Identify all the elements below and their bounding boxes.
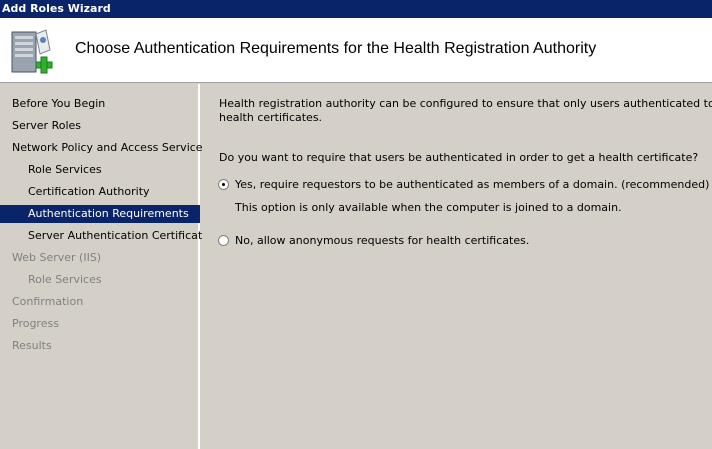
step-certification-authority[interactable]: Certification Authority [0,183,200,201]
domain-join-note: This option is only available when the c… [235,201,622,214]
server-add-role-icon [11,29,53,74]
radio-button-require-authentication[interactable] [218,179,229,190]
radio-button-allow-anonymous[interactable] [218,235,229,246]
step-progress: Progress [12,317,59,330]
window-title-bar[interactable]: Add Roles Wizard [0,0,712,18]
window-title: Add Roles Wizard [2,2,111,15]
intro-text-line-1: Health registration authority can be con… [219,97,712,110]
radio-label-require-authentication[interactable]: Yes, require requestors to be authentica… [235,178,709,191]
wizard-step-list: Before You Begin Server Roles Network Po… [0,84,209,449]
page-title: Choose Authentication Requirements for t… [75,40,597,57]
step-server-authentication-certificate[interactable]: Server Authentication Certificate [0,227,209,245]
step-role-services[interactable]: Role Services [0,161,200,179]
wizard-header: Choose Authentication Requirements for t… [0,18,712,83]
step-results: Results [12,339,52,352]
step-iis-role-services: Role Services [28,273,102,286]
radio-selected-dot [222,183,225,186]
intro-text-line-2: health certificates. [219,111,323,124]
step-network-policy-access-services[interactable]: Network Policy and Access Services [0,139,208,157]
authentication-question: Do you want to require that users be aut… [219,151,699,164]
step-authentication-requirements[interactable]: Authentication Requirements [0,205,200,223]
step-web-server-iis: Web Server (IIS) [12,251,102,264]
step-confirmation: Confirmation [12,295,84,308]
wizard-content: Health registration authority can be con… [202,84,712,449]
step-server-roles[interactable]: Server Roles [0,117,200,135]
step-before-you-begin[interactable]: Before You Begin [0,95,200,113]
radio-label-allow-anonymous[interactable]: No, allow anonymous requests for health … [235,234,529,247]
